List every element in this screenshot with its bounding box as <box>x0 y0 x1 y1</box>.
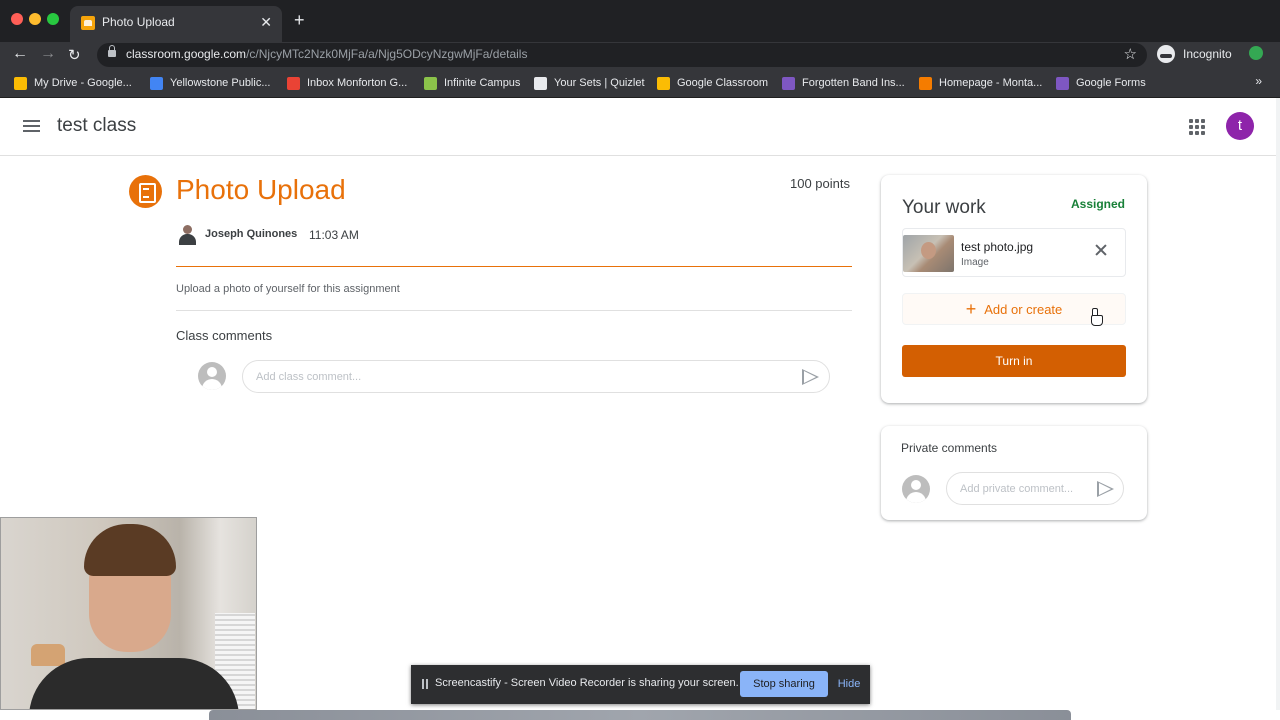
forms-icon <box>782 76 795 90</box>
title-divider <box>176 266 852 267</box>
bookmark-label: Forgotten Band Ins... <box>802 77 905 89</box>
webcam-person-hair <box>84 524 176 576</box>
bookmark-label: Yellowstone Public... <box>170 77 271 89</box>
assignment-instructions: Upload a photo of yourself for this assi… <box>176 283 400 295</box>
bookmark-inbox[interactable]: Inbox Monforton G... <box>287 75 407 91</box>
url-host: classroom.google.com <box>126 47 247 61</box>
forward-arrow-icon[interactable]: → <box>40 45 56 63</box>
hamburger-menu-icon[interactable] <box>23 120 40 132</box>
window-maximize-button[interactable] <box>47 13 59 25</box>
send-icon[interactable] <box>802 369 819 385</box>
bookmark-label: Infinite Campus <box>444 77 521 89</box>
bookmark-label: My Drive - Google... <box>34 77 132 89</box>
private-send-icon[interactable] <box>1097 481 1114 497</box>
bookmarks-bar: My Drive - Google... Yellowstone Public.… <box>0 68 1280 98</box>
gmail-icon <box>287 76 300 90</box>
window-minimize-button[interactable] <box>29 13 41 25</box>
new-tab-button[interactable]: + <box>294 10 305 31</box>
commenter-avatar-icon <box>198 362 226 390</box>
webcam-lamp <box>31 644 65 666</box>
classroom-favicon-icon <box>81 16 95 30</box>
bookmark-star-icon[interactable]: ☆ <box>1124 45 1137 63</box>
incognito-label[interactable]: Incognito <box>1183 47 1232 61</box>
extension-icon[interactable] <box>1249 46 1263 60</box>
bookmark-label: Homepage - Monta... <box>939 77 1043 89</box>
homepage-icon <box>919 76 932 90</box>
yellowstone-icon <box>150 76 163 90</box>
your-work-title: Your work <box>902 197 986 218</box>
bookmark-my-drive[interactable]: My Drive - Google... <box>14 75 132 91</box>
reload-icon[interactable]: ↻ <box>68 46 81 64</box>
hide-button[interactable]: Hide <box>835 671 863 697</box>
plus-icon: + <box>965 299 977 319</box>
assignment-points: 100 points <box>790 176 850 191</box>
lock-icon <box>108 45 116 57</box>
add-or-create-label: Add or create <box>984 301 1063 317</box>
bookmark-label: Your Sets | Quizlet <box>554 77 645 89</box>
url-path: /c/NjcyMTc2Nzk0MjFa/a/Njg5ODcyNzgwMjFa/d… <box>246 47 528 61</box>
tab-title: Photo Upload <box>102 15 175 29</box>
google-apps-icon[interactable] <box>1189 119 1205 135</box>
infinite-campus-icon <box>424 76 437 90</box>
dock <box>209 710 1071 720</box>
account-avatar[interactable]: t <box>1226 112 1254 140</box>
private-comments-heading: Private comments <box>901 441 998 455</box>
back-arrow-icon[interactable]: ← <box>12 45 28 63</box>
incognito-icon[interactable] <box>1157 45 1175 63</box>
bookmark-label: Google Forms <box>1076 77 1146 89</box>
bookmark-google-forms[interactable]: Google Forms <box>1056 75 1146 91</box>
webcam-overlay[interactable] <box>0 517 257 710</box>
assignment-author: Joseph Quinones <box>205 228 298 240</box>
attachment-thumbnail <box>903 235 954 272</box>
your-work-card: Your work Assigned test photo.jpg Image … <box>881 175 1147 403</box>
assignment-time: 11:03 AM <box>309 228 359 242</box>
classroom-header: test class t <box>0 98 1276 156</box>
private-commenter-avatar-icon <box>902 475 930 503</box>
attachment-item[interactable]: test photo.jpg Image <box>902 228 1126 277</box>
url-text: classroom.google.com/c/NjcyMTc2Nzk0MjFa/… <box>126 47 527 61</box>
bookmark-quizlet[interactable]: Your Sets | Quizlet <box>534 75 645 91</box>
scrollbar[interactable] <box>1276 98 1280 710</box>
globe-icon <box>534 76 547 90</box>
screen-sharing-bar: Screencastify - Screen Video Recorder is… <box>411 665 870 704</box>
window-close-button[interactable] <box>11 13 23 25</box>
attachment-name: test photo.jpg <box>961 240 1034 254</box>
class-comments-heading: Class comments <box>176 328 273 343</box>
bookmark-homepage[interactable]: Homepage - Monta... <box>919 75 1042 91</box>
pause-icon <box>422 679 428 689</box>
author-avatar <box>178 224 197 245</box>
instructions-divider <box>176 310 852 311</box>
bookmark-label: Google Classroom <box>677 77 769 89</box>
bookmark-label: Inbox Monforton G... <box>307 77 408 89</box>
hand-cursor-icon <box>1089 308 1103 326</box>
bookmark-yellowstone[interactable]: Yellowstone Public... <box>150 75 271 91</box>
browser-toolbar: ← → ↻ classroom.google.com/c/NjcyMTc2Nzk… <box>0 42 1280 68</box>
browser-tab-photo-upload[interactable]: Photo Upload ✕ <box>70 6 282 42</box>
class-comment-input[interactable] <box>242 360 830 393</box>
bookmark-google-classroom[interactable]: Google Classroom <box>657 75 768 91</box>
bookmark-forgotten-band[interactable]: Forgotten Band Ins... <box>782 75 905 91</box>
status-badge: Assigned <box>1070 197 1125 211</box>
class-name[interactable]: test class <box>57 115 136 137</box>
browser-tab-bar: Photo Upload ✕ + <box>0 0 1280 42</box>
classroom-icon <box>657 76 670 90</box>
assignment-title: Photo Upload <box>176 174 346 205</box>
attachment-type: Image <box>961 257 989 268</box>
sharing-message: Screencastify - Screen Video Recorder is… <box>435 677 739 689</box>
webcam-person-body <box>29 658 239 709</box>
bookmarks-overflow-icon[interactable]: » <box>1255 74 1262 88</box>
tab-close-icon[interactable]: ✕ <box>260 14 272 31</box>
turn-in-button[interactable]: Turn in <box>902 345 1126 377</box>
assignment-icon <box>129 175 162 208</box>
stop-sharing-button[interactable]: Stop sharing <box>740 671 828 697</box>
remove-attachment-icon[interactable] <box>1093 242 1109 258</box>
address-bar[interactable]: classroom.google.com/c/NjcyMTc2Nzk0MjFa/… <box>97 43 1147 67</box>
bookmark-infinite-campus[interactable]: Infinite Campus <box>424 75 520 91</box>
drive-icon <box>14 76 27 90</box>
forms-icon <box>1056 76 1069 90</box>
